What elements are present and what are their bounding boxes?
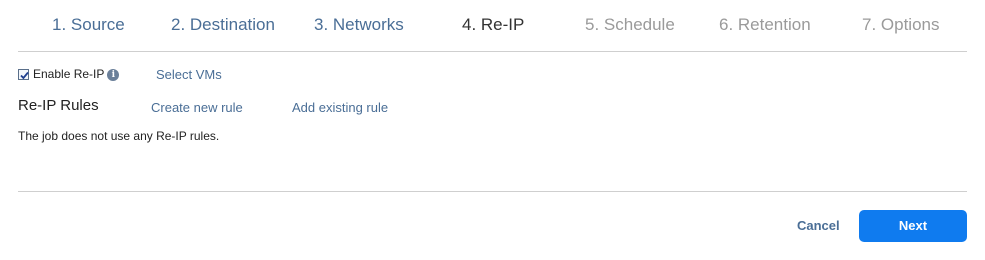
step-destination[interactable]: 2. Destination [171, 15, 275, 35]
empty-rules-message: The job does not use any Re-IP rules. [18, 129, 220, 143]
step-source[interactable]: 1. Source [52, 15, 125, 35]
step-options: 7. Options [862, 15, 940, 34]
checkmark-icon [20, 71, 29, 79]
step-re-ip: 4. Re-IP [462, 15, 525, 34]
reip-rules-title: Re-IP Rules [18, 97, 99, 114]
cancel-button[interactable]: Cancel [797, 218, 840, 233]
header-divider [18, 51, 967, 52]
info-icon[interactable]: i [107, 69, 120, 81]
add-existing-rule-link[interactable]: Add existing rule [292, 100, 388, 115]
wizard-steps: 1. Source 2. Destination 3. Networks 4. … [0, 0, 985, 52]
step-networks[interactable]: 3. Networks [314, 15, 404, 35]
select-vms-link[interactable]: Select VMs [156, 67, 222, 82]
enable-reip-checkbox[interactable] [18, 68, 29, 80]
enable-reip-row: Enable Re-IP i [18, 65, 120, 83]
next-button[interactable]: Next [859, 210, 967, 242]
footer-divider [18, 191, 967, 192]
step-retention: 6. Retention [719, 15, 811, 34]
create-new-rule-link[interactable]: Create new rule [151, 100, 243, 115]
step-schedule: 5. Schedule [585, 15, 675, 34]
enable-reip-label[interactable]: Enable Re-IP [33, 67, 104, 81]
